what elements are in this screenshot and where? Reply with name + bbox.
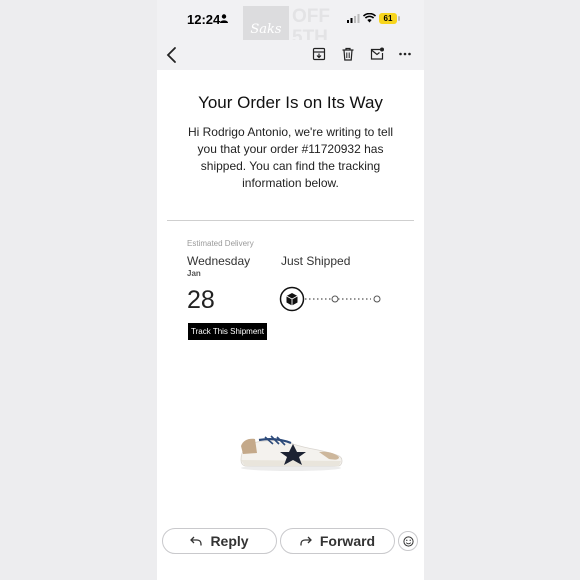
reply-button[interactable]: Reply <box>162 528 277 554</box>
order-number: #11720932 <box>301 142 361 156</box>
more-icon[interactable] <box>398 47 412 61</box>
estimated-delivery-label: Estimated Delivery <box>187 239 254 248</box>
reply-label: Reply <box>210 533 249 549</box>
shipment-progress-tracker <box>279 286 381 312</box>
progress-step-3 <box>373 295 381 303</box>
shipment-status: Just Shipped <box>281 254 351 268</box>
box-icon <box>279 286 305 312</box>
email-intro: Hi Rodrigo Antonio, we're writing to tel… <box>185 124 396 192</box>
wifi-icon <box>363 13 376 23</box>
archive-icon[interactable] <box>312 47 326 61</box>
status-time: 12:24 <box>187 12 221 27</box>
forward-icon <box>300 536 312 546</box>
forward-label: Forward <box>319 533 376 549</box>
chevron-left-icon[interactable] <box>165 46 179 64</box>
trash-icon[interactable] <box>341 47 355 61</box>
delivery-date: 28 <box>187 286 215 314</box>
sneaker-product-image <box>240 435 343 471</box>
progress-step-2 <box>331 295 339 303</box>
delivery-month: Jan <box>187 269 201 278</box>
mark-unread-icon[interactable] <box>370 47 384 61</box>
delivery-day: Wednesday <box>187 254 251 268</box>
status-bar: 12:24 Saks OFF 5TH 61 <box>157 0 424 52</box>
email-title: Your Order Is on Its Way <box>198 93 383 112</box>
bottom-safe-area <box>157 560 424 580</box>
section-divider <box>167 220 414 221</box>
phone-screen: 12:24 Saks OFF 5TH 61 Your Order Is on I… <box>157 0 424 580</box>
battery-nub <box>398 16 400 21</box>
person-icon <box>220 14 228 23</box>
email-toolbar <box>157 40 424 70</box>
background-left <box>0 0 157 580</box>
forward-button[interactable]: Forward <box>280 528 395 554</box>
battery-indicator: 61 <box>379 13 397 24</box>
signal-icon <box>347 14 360 23</box>
track-shipment-button[interactable]: Track This Shipment <box>188 323 267 340</box>
emoji-reaction-button[interactable] <box>398 531 418 551</box>
reply-icon <box>190 536 203 546</box>
background-right <box>424 0 580 580</box>
smiley-icon <box>402 535 414 547</box>
